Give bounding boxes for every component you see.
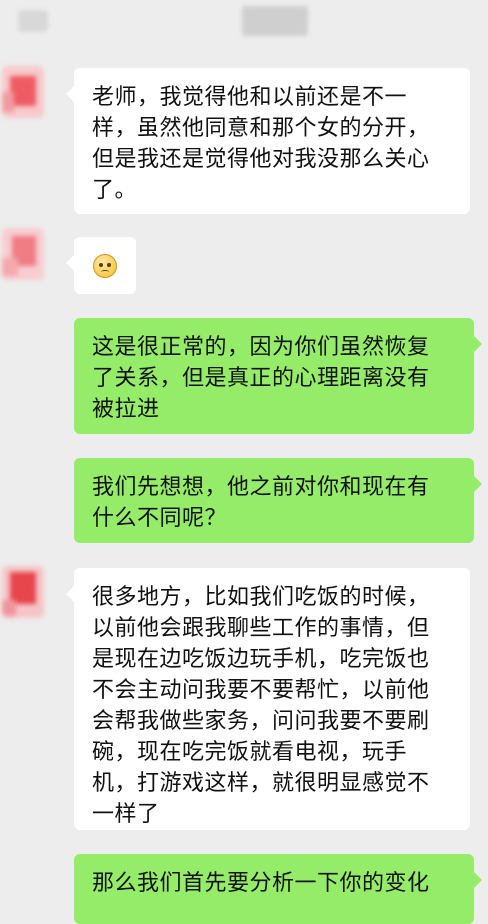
message-text-line: 很多地方，比如我们吃饭的时候， <box>92 585 430 610</box>
message-text-line: 了。 <box>92 178 138 203</box>
message-text-line: 样，虽然他同意和那个女的分开， <box>92 116 430 141</box>
message-text-line: 了关系，但是真正的心理距离没有 <box>92 366 430 391</box>
sent-message-bubble[interactable]: 我们先想想，他之前对你和现在有 什么不同呢？ <box>74 458 482 543</box>
contact-avatar[interactable] <box>2 228 44 280</box>
received-emoji-bubble[interactable] <box>66 237 136 294</box>
message-text-line: 会帮我做些家务，问问我要不要刷 <box>92 709 430 734</box>
back-button[interactable] <box>18 10 48 32</box>
message-text-line: 老师，我觉得他和以前还是不一 <box>92 85 408 110</box>
message-text-line: 这是很正常的，因为你们虽然恢复 <box>92 335 430 360</box>
message-text-line: 以前他会跟我聊些工作的事情，但 <box>92 616 430 641</box>
message-text-line: 什么不同呢？ <box>92 506 228 531</box>
message-text-line: 机，打游戏这样，就很明显感觉不 <box>92 771 430 796</box>
contact-avatar[interactable] <box>2 66 44 118</box>
sent-message-bubble[interactable]: 那么我们首先要分析一下你的变化 <box>74 854 482 924</box>
message-text-line: 是现在边吃饭边玩手机，吃完饭也 <box>92 647 430 672</box>
received-message-bubble[interactable]: 老师，我觉得他和以前还是不一 样，虽然他同意和那个女的分开， 但是我还是觉得他对… <box>66 68 470 214</box>
contact-avatar[interactable] <box>2 566 44 618</box>
message-text-line: 但是我还是觉得他对我没那么关心 <box>92 147 430 172</box>
top-bar <box>0 0 488 44</box>
message-text-line: 一样了 <box>92 802 160 827</box>
message-text-line: 被拉进 <box>92 397 160 422</box>
received-message-bubble[interactable]: 很多地方，比如我们吃饭的时候， 以前他会跟我聊些工作的事情，但 是现在边吃饭边玩… <box>66 568 470 830</box>
chat-title-blurred <box>242 6 308 36</box>
message-text-line: 那么我们首先要分析一下你的变化 <box>92 871 430 896</box>
message-text-line: 不会主动问我要不要帮忙，以前他 <box>92 678 430 703</box>
message-text-line: 碗，现在吃完饭就看电视，玩手 <box>92 740 408 765</box>
pleading-face-icon <box>93 254 117 278</box>
message-text-line: 我们先想想，他之前对你和现在有 <box>92 475 430 500</box>
sent-message-bubble[interactable]: 这是很正常的，因为你们虽然恢复 了关系，但是真正的心理距离没有 被拉进 <box>74 318 482 434</box>
